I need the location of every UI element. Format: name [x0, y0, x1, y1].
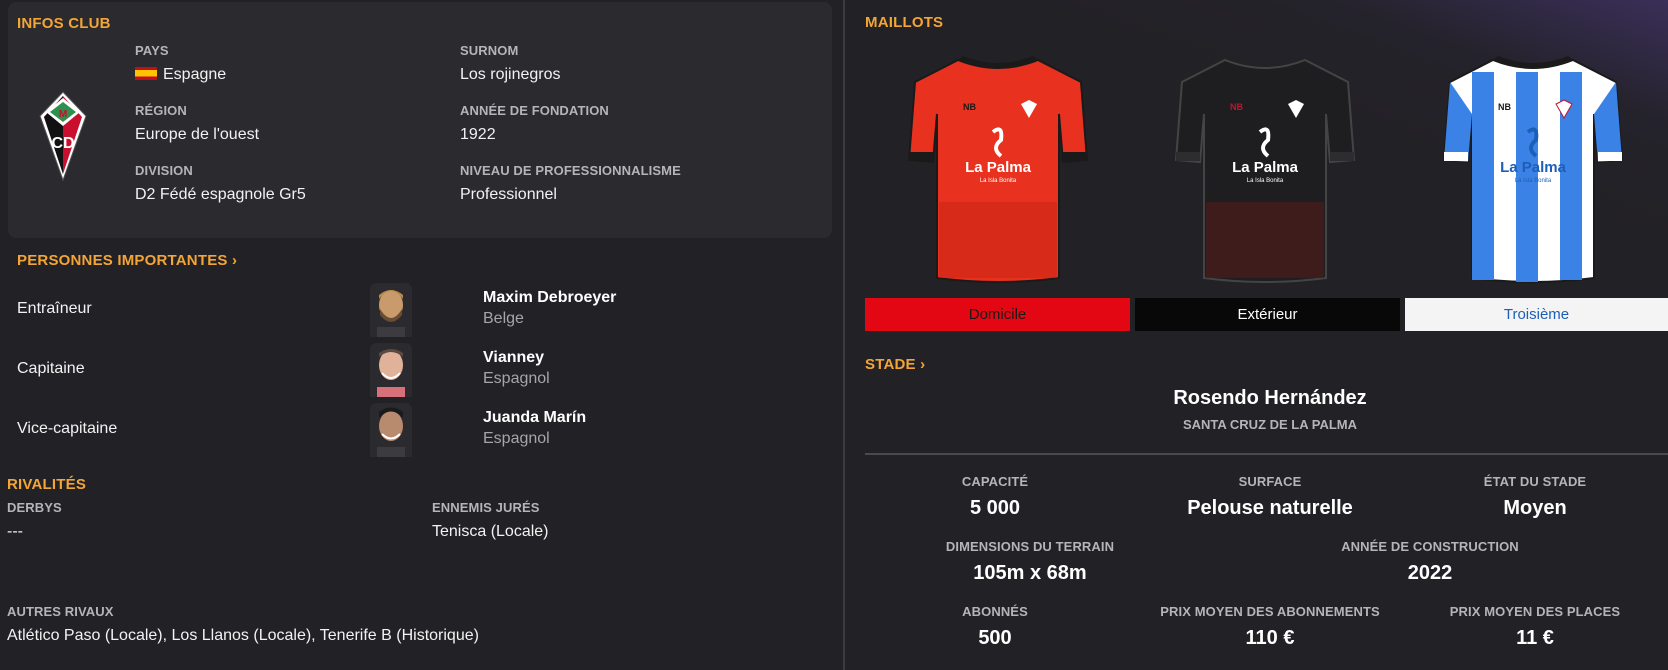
- surface-label: SURFACE: [1238, 474, 1302, 489]
- home-kit-button[interactable]: Domicile: [865, 298, 1130, 331]
- rivalries-title: RIVALITÉS: [7, 476, 87, 493]
- surnom-field: SURNOM Los rojinegros: [460, 43, 561, 84]
- niveau-field: NIVEAU DE PROFESSIONNALISME Professionne…: [460, 163, 681, 204]
- autres-rivaux-label: AUTRES RIVAUX: [7, 604, 114, 619]
- persons-section-link[interactable]: PERSONNES IMPORTANTES ›: [17, 252, 237, 269]
- etat-value: Moyen: [1503, 497, 1567, 519]
- ennemis-field: ENNEMIS JURÉS Tenisca (Locale): [432, 500, 549, 541]
- ennemis-label: ENNEMIS JURÉS: [432, 500, 540, 515]
- surnom-value: Los rojinegros: [460, 66, 561, 83]
- chevron-right-icon: ›: [232, 252, 238, 269]
- person-role: Entraîneur: [17, 300, 92, 317]
- avatar[interactable]: [370, 403, 412, 457]
- surnom-label: SURNOM: [460, 43, 519, 58]
- stadium-divider: [865, 453, 1668, 455]
- niveau-value: Professionnel: [460, 186, 557, 203]
- stadium-section-link[interactable]: STADE ›: [865, 356, 925, 373]
- pays-field: PAYS Espagne: [135, 43, 226, 84]
- dimensions-label: DIMENSIONS DU TERRAIN: [945, 539, 1115, 554]
- svg-text:CD: CD: [51, 135, 74, 152]
- derbys-field: DERBYS ---: [7, 500, 62, 541]
- svg-text:M: M: [59, 109, 67, 120]
- construction-label: ANNÉE DE CONSTRUCTION: [1341, 539, 1519, 554]
- person-role: Vice-capitaine: [17, 420, 118, 437]
- chevron-right-icon: ›: [920, 356, 926, 373]
- division-field: DIVISION D2 Fédé espagnole Gr5: [135, 163, 306, 204]
- third-kit-image[interactable]: NB La Palma La Isla Bonita: [1438, 52, 1628, 288]
- fondation-label: ANNÉE DE FONDATION: [460, 103, 609, 118]
- stadium-name: Rosendo Hernández: [1173, 387, 1367, 409]
- prix-places-label: PRIX MOYEN DES PLACES: [1449, 604, 1621, 619]
- avatar[interactable]: [370, 343, 412, 397]
- person-name[interactable]: Vianney: [483, 349, 544, 367]
- prix-abonnements-label: PRIX MOYEN DES ABONNEMENTS: [1160, 604, 1380, 619]
- club-crest-icon: M CD: [39, 91, 87, 182]
- division-label: DIVISION: [135, 163, 193, 178]
- capacite-label: CAPACITÉ: [961, 474, 1029, 489]
- stadium-title: STADE: [865, 356, 916, 373]
- capacite-value: 5 000: [969, 497, 1021, 519]
- away-kit-button[interactable]: Extérieur: [1135, 298, 1400, 331]
- region-label: RÉGION: [135, 103, 187, 118]
- persons-title: PERSONNES IMPORTANTES: [17, 252, 228, 269]
- club-info-title: INFOS CLUB: [17, 15, 111, 32]
- club-info-card: INFOS CLUB M CD PAYS Espagne SURNOM Los …: [8, 2, 832, 238]
- abonnes-value: 500: [978, 627, 1012, 649]
- niveau-label: NIVEAU DE PROFESSIONNALISME: [460, 163, 681, 178]
- svg-text:La Isla Bonita: La Isla Bonita: [1515, 178, 1552, 184]
- kit-sponsor: La Palma: [965, 159, 1032, 176]
- abonnes-stat: ABONNÉS 500: [905, 604, 1085, 650]
- ennemis-value[interactable]: Tenisca (Locale): [432, 523, 549, 540]
- svg-text:NB: NB: [1230, 102, 1243, 112]
- prix-places-value: 11 €: [1516, 627, 1554, 649]
- construction-stat: ANNÉE DE CONSTRUCTION 2022: [1305, 539, 1555, 585]
- stadium-city: SANTA CRUZ DE LA PALMA: [1182, 417, 1358, 432]
- spain-flag-icon: [135, 67, 157, 80]
- person-name[interactable]: Maxim Debroeyer: [483, 289, 616, 307]
- fondation-field: ANNÉE DE FONDATION 1922: [460, 103, 609, 144]
- person-nationality: Espagnol: [483, 370, 550, 387]
- fondation-value: 1922: [460, 126, 496, 143]
- person-nationality: Belge: [483, 310, 524, 327]
- avatar[interactable]: [370, 283, 412, 337]
- etat-stat: ÉTAT DU STADE Moyen: [1445, 474, 1625, 520]
- abonnes-label: ABONNÉS: [962, 604, 1028, 619]
- home-kit-image[interactable]: NB La Palma La Isla Bonita: [903, 52, 1093, 288]
- away-kit-image[interactable]: NB La Palma La Isla Bonita: [1170, 52, 1360, 288]
- right-panel: MAILLOTS NB La Palma La Isla Bonita NB L…: [845, 0, 1668, 670]
- derbys-label: DERBYS: [7, 500, 62, 515]
- surface-stat: SURFACE Pelouse naturelle: [1125, 474, 1415, 520]
- prix-places-stat: PRIX MOYEN DES PLACES 11 €: [1435, 604, 1635, 650]
- division-value[interactable]: D2 Fédé espagnole Gr5: [135, 186, 306, 203]
- dimensions-value: 105m x 68m: [973, 562, 1087, 584]
- third-kit-button[interactable]: Troisième: [1405, 298, 1668, 331]
- pays-label: PAYS: [135, 43, 169, 58]
- autres-rivaux-field: AUTRES RIVAUX Atlético Paso (Locale), Lo…: [7, 604, 479, 645]
- svg-text:La Isla Bonita: La Isla Bonita: [980, 178, 1017, 184]
- etat-label: ÉTAT DU STADE: [1483, 474, 1587, 489]
- derbys-value: ---: [7, 523, 23, 540]
- pays-value: Espagne: [163, 66, 227, 83]
- surface-value: Pelouse naturelle: [1187, 497, 1353, 519]
- svg-text:La Palma: La Palma: [1232, 159, 1299, 176]
- dimensions-stat: DIMENSIONS DU TERRAIN 105m x 68m: [915, 539, 1145, 585]
- person-nationality: Espagnol: [483, 430, 550, 447]
- person-role: Capitaine: [17, 360, 85, 377]
- construction-value: 2022: [1407, 562, 1453, 584]
- svg-text:NB: NB: [1498, 102, 1511, 112]
- prix-abonnements-stat: PRIX MOYEN DES ABONNEMENTS 110 €: [1125, 604, 1415, 650]
- region-field: RÉGION Europe de l'ouest: [135, 103, 259, 144]
- left-panel: INFOS CLUB M CD PAYS Espagne SURNOM Los …: [0, 0, 843, 670]
- kits-title: MAILLOTS: [865, 14, 944, 31]
- svg-text:La Isla Bonita: La Isla Bonita: [1247, 178, 1284, 184]
- svg-text:La Palma: La Palma: [1500, 159, 1567, 176]
- person-name[interactable]: Juanda Marín: [483, 409, 586, 427]
- prix-abonnements-value: 110 €: [1245, 627, 1295, 649]
- region-value: Europe de l'ouest: [135, 126, 260, 143]
- svg-text:NB: NB: [963, 102, 976, 112]
- capacite-stat: CAPACITÉ 5 000: [905, 474, 1085, 520]
- autres-rivaux-value[interactable]: Atlético Paso (Locale), Los Llanos (Loca…: [7, 627, 479, 644]
